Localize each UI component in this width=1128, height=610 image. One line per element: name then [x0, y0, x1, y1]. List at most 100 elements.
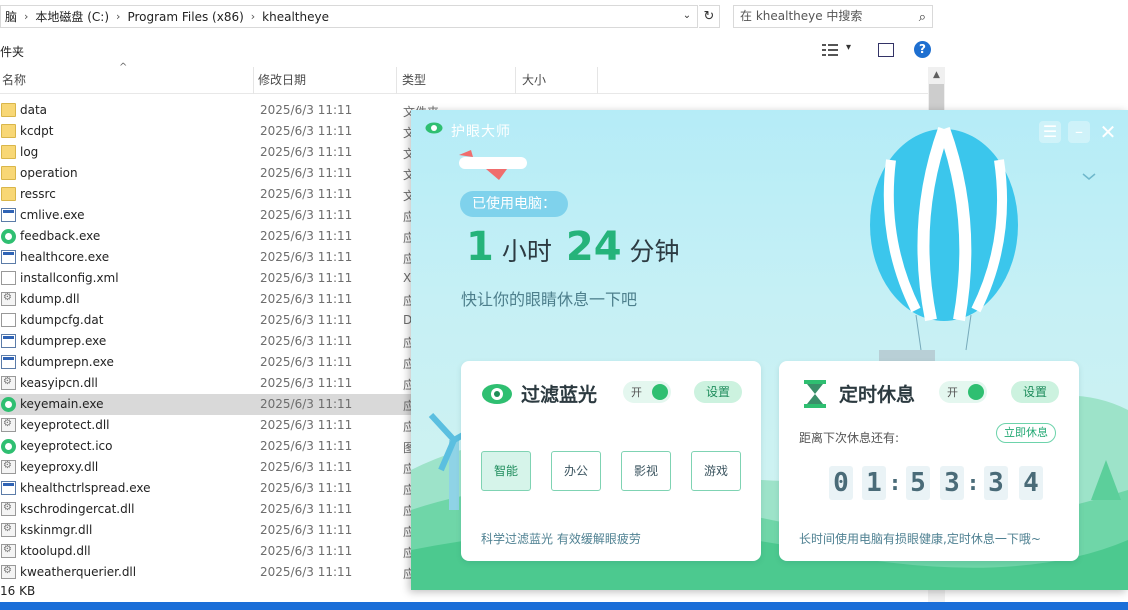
file-date: 2025/6/3 11:11 — [260, 271, 353, 285]
break-toggle[interactable]: 开 — [939, 381, 987, 403]
file-name: kweatherquerier.dll — [20, 565, 137, 579]
column-date-modified[interactable]: 修改日期 — [256, 67, 397, 94]
close-icon[interactable]: ✕ — [1097, 121, 1119, 143]
eye-file-icon — [1, 229, 16, 244]
usage-badge: 已使用电脑： — [460, 191, 568, 217]
countdown-digit: 3 — [940, 466, 964, 500]
folder-file-icon — [1, 187, 16, 201]
filter-toggle[interactable]: 开 — [623, 381, 671, 403]
file-date: 2025/6/3 11:11 — [260, 439, 353, 453]
exe-file-icon — [1, 334, 16, 348]
file-name: kdumprepn.exe — [20, 355, 114, 369]
file-name: khealthctrlspread.exe — [20, 481, 151, 495]
mode-office-button[interactable]: 办公 — [551, 451, 601, 491]
search-icon[interactable]: ⌕ — [919, 7, 926, 28]
mode-video-button[interactable]: 影视 — [621, 451, 671, 491]
filter-footer: 科学过滤蓝光 有效缓解眼疲劳 — [481, 532, 641, 546]
break-settings-button[interactable]: 设置 — [1011, 381, 1059, 403]
exe-file-icon — [1, 355, 16, 369]
dll-file-icon — [1, 544, 16, 558]
filter-settings-button[interactable]: 设置 — [694, 381, 742, 403]
exe-file-icon — [1, 481, 16, 495]
breadcrumb-local-disk[interactable]: 本地磁盘 (C:) — [31, 8, 113, 25]
file-name: kdumpcfg.dat — [20, 313, 104, 327]
column-type[interactable]: 类型 — [400, 67, 516, 94]
refresh-icon[interactable]: ↻ — [699, 5, 720, 28]
breadcrumb-this-pc[interactable]: 脑 — [1, 8, 21, 25]
folder-file-icon — [1, 166, 16, 180]
address-bar[interactable]: 脑 › 本地磁盘 (C:) › Program Files (x86) › kh… — [0, 5, 698, 28]
file-name: operation — [20, 166, 78, 180]
blue-light-filter-card: 过滤蓝光 开 设置 智能 办公 影视 游戏 科学过滤蓝光 有效缓解眼疲劳 — [461, 361, 761, 561]
dll-file-icon — [1, 292, 16, 306]
help-icon[interactable]: ? — [914, 41, 931, 58]
new-folder-button[interactable]: 件夹 — [0, 43, 24, 60]
column-size[interactable]: 大小 — [520, 67, 598, 94]
preview-pane-icon[interactable] — [878, 43, 894, 57]
address-history-chevron-down-icon[interactable]: ⌄ — [680, 9, 694, 23]
dll-file-icon — [1, 502, 16, 516]
folder-file-icon — [1, 145, 16, 159]
search-input[interactable]: 在 khealtheye 中搜索 ⌕ — [733, 5, 933, 28]
file-name: ressrc — [20, 187, 56, 201]
dll-file-icon — [1, 460, 16, 474]
countdown-digit: 5 — [906, 466, 930, 500]
folder-file-icon — [1, 103, 16, 117]
menu-icon[interactable]: ☰ — [1039, 121, 1061, 143]
file-date: 2025/6/3 11:11 — [260, 145, 353, 159]
filter-toggle-knob — [652, 384, 668, 400]
dll-file-icon — [1, 376, 16, 390]
file-date: 2025/6/3 11:11 — [260, 187, 353, 201]
scroll-up-arrow-icon[interactable]: ▲ — [928, 67, 945, 84]
column-name[interactable]: 名称 — [0, 67, 254, 94]
break-title: 定时休息 — [839, 384, 916, 406]
usage-time: 1 小时 24 分钟 — [466, 224, 694, 270]
countdown-digit: 1 — [862, 466, 886, 500]
file-date: 2025/6/3 11:11 — [260, 565, 353, 579]
mode-game-button[interactable]: 游戏 — [691, 451, 741, 491]
minimize-icon[interactable]: – — [1068, 121, 1090, 143]
file-date: 2025/6/3 11:11 — [260, 544, 353, 558]
filter-title: 过滤蓝光 — [521, 384, 598, 406]
countdown-separator: : — [891, 471, 899, 495]
file-name: kdumprep.exe — [20, 334, 107, 348]
file-name: kschrodingercat.dll — [20, 502, 135, 516]
details-view-icon[interactable] — [822, 43, 838, 57]
usage-hours: 1 — [466, 224, 494, 270]
view-options-chevron-down-icon[interactable]: ▾ — [846, 42, 851, 53]
mode-smart-button[interactable]: 智能 — [481, 451, 531, 491]
address-row: 脑 › 本地磁盘 (C:) › Program Files (x86) › kh… — [0, 0, 946, 34]
filter-toggle-label: 开 — [631, 386, 642, 399]
eye-logo-icon — [425, 122, 443, 134]
search-placeholder: 在 khealtheye 中搜索 — [740, 9, 863, 23]
dll-file-icon — [1, 565, 16, 579]
file-date: 2025/6/3 11:11 — [260, 124, 353, 138]
timed-break-card: 定时休息 开 设置 距离下次休息还有: 立即休息 0 1 : 5 3 : 3 4… — [779, 361, 1079, 561]
exe-file-icon — [1, 208, 16, 222]
chevron-right-icon[interactable]: › — [21, 10, 31, 23]
doc-file-icon — [1, 271, 16, 285]
file-name: data — [20, 103, 48, 117]
breadcrumb-khealtheye[interactable]: khealtheye — [258, 10, 333, 24]
file-name: kskinmgr.dll — [20, 523, 93, 537]
file-date: 2025/6/3 11:11 — [260, 166, 353, 180]
breadcrumb-program-files[interactable]: Program Files (x86) — [123, 10, 247, 24]
eye-filter-icon — [482, 384, 512, 404]
rest-now-button[interactable]: 立即休息 — [996, 423, 1056, 443]
file-date: 2025/6/3 11:11 — [260, 418, 353, 432]
countdown-separator: : — [969, 471, 977, 495]
app-title: 护眼大师 — [451, 124, 511, 140]
file-date: 2025/6/3 11:11 — [260, 355, 353, 369]
file-name: keasyipcn.dll — [20, 376, 98, 390]
file-name: installconfig.xml — [20, 271, 119, 285]
scrollbar-thumb[interactable] — [929, 84, 944, 110]
chevron-right-icon[interactable]: › — [113, 10, 123, 23]
minutes-unit: 分钟 — [629, 237, 680, 266]
chevron-right-icon[interactable]: › — [248, 10, 258, 23]
file-name: log — [20, 145, 39, 159]
command-bar: 件夹 ▾ ? — [0, 34, 946, 67]
file-name: keyeprotect.ico — [20, 439, 113, 453]
file-name: kcdpt — [20, 124, 54, 138]
file-name: healthcore.exe — [20, 250, 110, 264]
countdown-digit: 4 — [1019, 466, 1043, 500]
